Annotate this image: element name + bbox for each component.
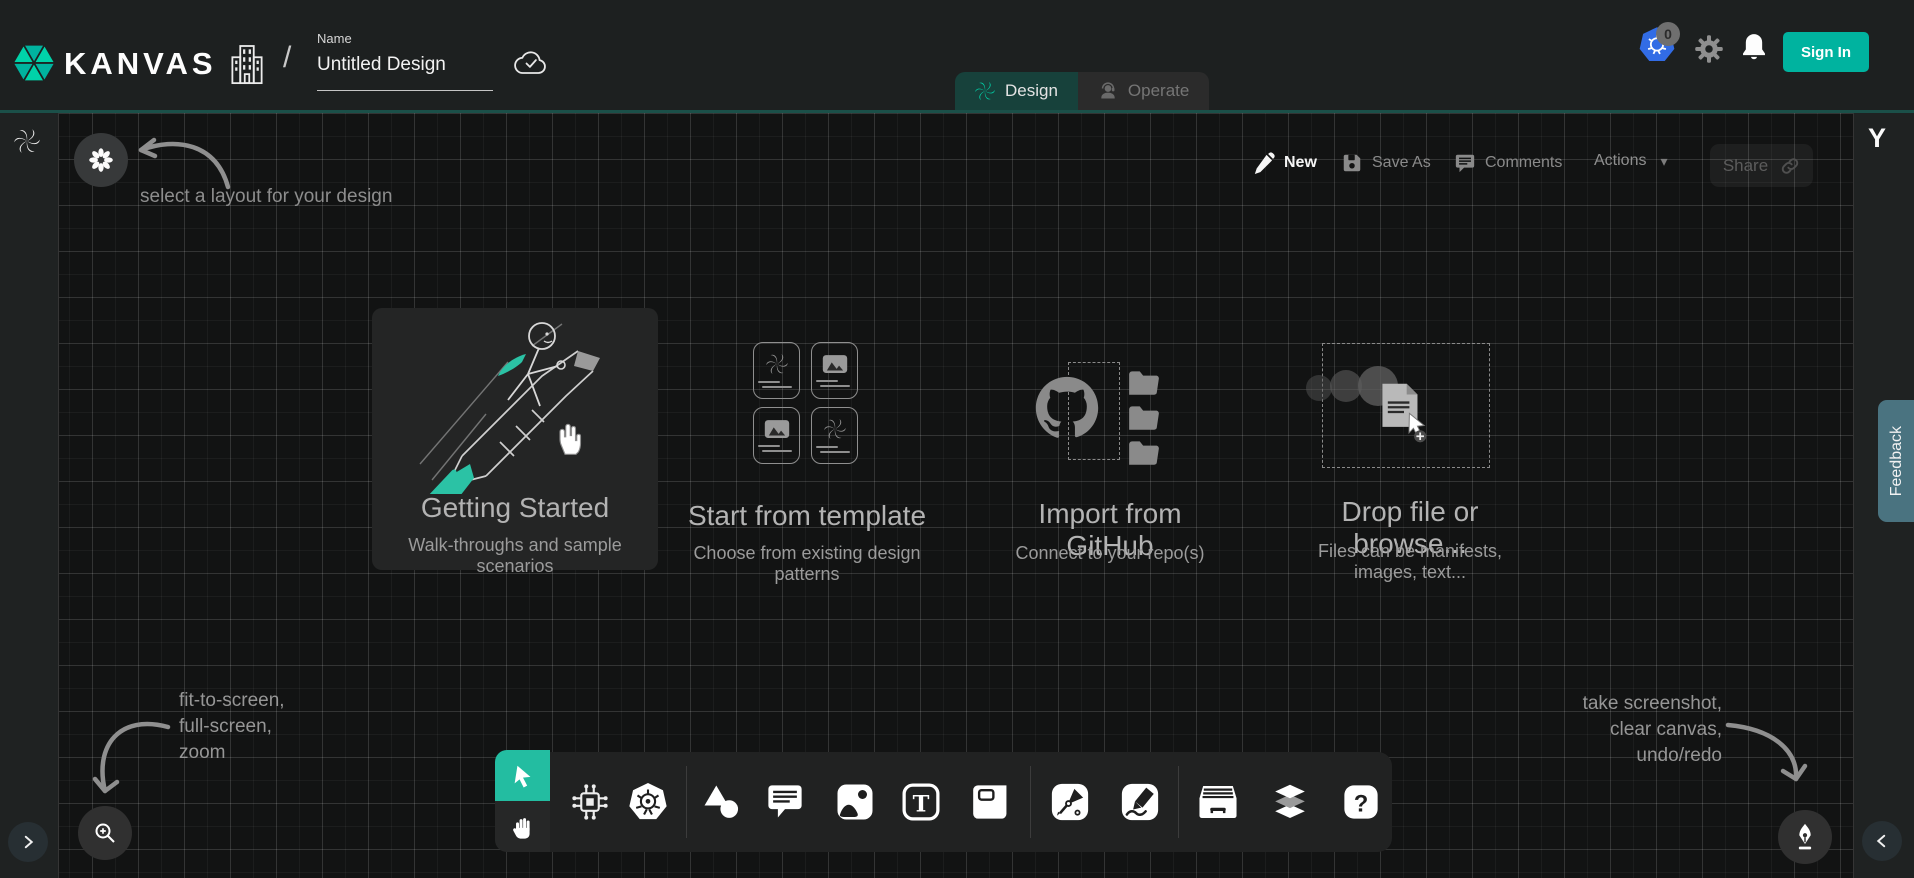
tab-operate[interactable]: Operate [1078, 72, 1209, 110]
card-subtitle: Connect to your repo(s) [1005, 543, 1215, 564]
comments-button[interactable]: Comments [1454, 152, 1562, 174]
import-from-github-card[interactable]: Import from GitHub Connect to your repo(… [1005, 355, 1215, 567]
help-glyph: ? [1354, 791, 1369, 818]
cloud-saved-icon [514, 50, 548, 76]
template-tiles [753, 342, 858, 464]
comment-icon [1454, 152, 1476, 174]
file-drop-icon [1376, 381, 1432, 443]
help-tool-button[interactable]: ? [1342, 783, 1380, 821]
select-pan-tool-group [495, 750, 550, 852]
operate-person-icon [1098, 81, 1118, 101]
organization-icon[interactable] [229, 42, 265, 86]
card-title: Start from template [662, 500, 952, 532]
floppy-disk-icon [1341, 152, 1363, 174]
zoom-controls-button[interactable] [78, 806, 132, 860]
pen-tool-button[interactable] [1050, 782, 1090, 822]
pencil-icon [1253, 152, 1275, 174]
drawer-tool-button[interactable] [1197, 783, 1239, 821]
tab-operate-label: Operate [1128, 81, 1189, 101]
getting-started-card[interactable]: Getting Started Walk-throughs and sample… [372, 308, 658, 570]
repo-folder-icon [1127, 438, 1161, 468]
tab-design-label: Design [1005, 81, 1058, 101]
kanvas-app: KANVAS / Name [0, 0, 1914, 878]
text-tool-button[interactable]: T [901, 782, 941, 822]
design-name-input[interactable] [317, 54, 493, 91]
rocket-sketch-illustration [390, 314, 640, 494]
layers-tool-button[interactable] [1270, 781, 1310, 823]
layout-picker-button[interactable] [74, 133, 128, 187]
repo-folder-icon [1127, 403, 1161, 433]
design-canvas[interactable]: Y Feedback [0, 113, 1914, 878]
github-import-illustration [1030, 360, 1180, 470]
tab-design[interactable]: Design [955, 72, 1078, 110]
canvas-actions-button[interactable] [1778, 810, 1832, 864]
template-spiral-icon [824, 418, 846, 440]
dot-icon [1306, 375, 1332, 401]
hand-icon [510, 814, 536, 840]
bottom-toolbar: T [550, 752, 1392, 852]
left-rail [0, 113, 59, 878]
template-spiral-icon [766, 353, 788, 375]
start-from-template-card[interactable]: Start from template Choose from existing… [662, 342, 952, 570]
actions-dropdown[interactable]: Actions ▾ [1594, 152, 1668, 170]
notifications-bell-icon[interactable] [1740, 31, 1768, 63]
github-octocat-icon [1033, 374, 1101, 442]
layout-hint-text: select a layout for your design [140, 184, 392, 210]
meshery-spinner-icon [14, 128, 40, 154]
pan-tool-button[interactable] [495, 801, 550, 852]
shapes-tool-button[interactable] [701, 783, 741, 821]
layout-flower-icon [87, 146, 115, 174]
k8s-context-count-badge: 0 [1656, 22, 1680, 46]
right-rail: Y Feedback [1853, 113, 1914, 878]
card-title: Getting Started [372, 492, 658, 524]
image-tool-button[interactable] [835, 782, 875, 822]
card-subtitle: Choose from existing design patterns [662, 543, 952, 585]
save-as-button[interactable]: Save As [1341, 152, 1431, 174]
bottom-right-hint-text: take screenshot, clear canvas, undo/redo [1583, 691, 1722, 769]
sign-in-button[interactable]: Sign In [1783, 32, 1869, 72]
caret-down-icon: ▾ [1660, 153, 1667, 170]
design-spiral-icon [975, 81, 995, 101]
pen-nib-icon [1791, 822, 1819, 852]
chevron-left-icon [1873, 832, 1891, 850]
text-tool-glyph: T [913, 791, 930, 817]
link-icon [1780, 156, 1800, 176]
app-header: KANVAS / Name [0, 0, 1914, 113]
feedback-label: Feedback [1888, 426, 1906, 496]
drop-file-card[interactable]: Drop file or browse... Files can be mani… [1310, 343, 1510, 561]
card-subtitle: Walk-throughs and sample scenarios [372, 535, 658, 577]
cursor-arrow-icon [510, 763, 536, 789]
logo-y-button[interactable]: Y [1868, 123, 1886, 154]
share-button[interactable]: Share [1710, 144, 1813, 187]
bottom-left-hint-text: fit-to-screen, full-screen, zoom [179, 688, 285, 766]
new-design-button[interactable]: New [1253, 152, 1317, 174]
template-image-icon [822, 354, 848, 374]
repo-folder-icon [1127, 368, 1161, 398]
note-tool-button[interactable] [972, 783, 1010, 821]
pencil-tool-button[interactable] [1120, 782, 1160, 822]
chevron-right-icon [19, 833, 37, 851]
brand-wordmark: KANVAS [64, 46, 217, 82]
magnifier-plus-icon [91, 819, 119, 847]
comment-tool-button[interactable] [766, 784, 804, 820]
settings-gear-icon[interactable] [1694, 34, 1724, 64]
kubernetes-tool-button[interactable] [627, 781, 669, 823]
template-image-icon [764, 419, 790, 439]
design-name-label: Name [317, 31, 352, 46]
select-tool-button[interactable] [495, 750, 550, 801]
feedback-tab[interactable]: Feedback [1878, 400, 1914, 522]
expand-left-panel-button[interactable] [8, 822, 48, 862]
breadcrumb-separator: / [283, 41, 291, 75]
kanvas-logo-icon [13, 42, 55, 84]
mode-tabs: Design Operate [955, 72, 1209, 110]
card-subtitle: Files can be manifests, images, text... [1310, 541, 1510, 583]
component-tool-button[interactable] [570, 782, 610, 822]
collapse-right-panel-button[interactable] [1862, 821, 1902, 861]
